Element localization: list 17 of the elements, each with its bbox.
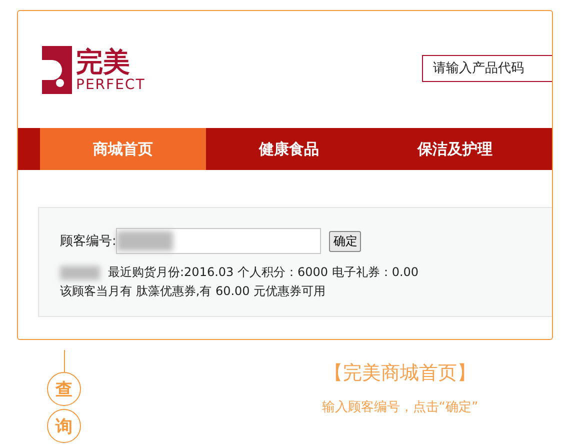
customer-id-field[interactable] — [116, 228, 322, 254]
step-badge: 询 — [47, 409, 81, 443]
summary-text: 最近购货月份:2016.03 个人积分：6000 电子礼券：0.00 — [108, 264, 419, 281]
step-badge: 查 — [47, 372, 81, 406]
search-field[interactable]: 请输入产品代码 — [422, 55, 552, 82]
nav-tab[interactable]: 健康食品 — [206, 128, 372, 170]
coupon-text: 该顾客当月有 肽藻优惠券,有 60.00 元优惠券可用 — [60, 283, 327, 300]
confirm-button[interactable]: 确定 — [329, 230, 362, 252]
nav-tab[interactable]: 保洁及护理 — [372, 128, 538, 170]
redacted-id — [117, 231, 174, 251]
customer-id-label: 顾客编号: — [60, 233, 116, 250]
redacted-name — [60, 266, 100, 280]
caption-hint: 输入顾客编号，点击“确定” — [320, 399, 480, 416]
logo-icon — [42, 46, 72, 94]
caption-title: 【完美商城首页】 — [323, 361, 477, 386]
logo-name: 完美 — [76, 48, 131, 76]
logo-latin: PERFECT — [76, 78, 146, 92]
